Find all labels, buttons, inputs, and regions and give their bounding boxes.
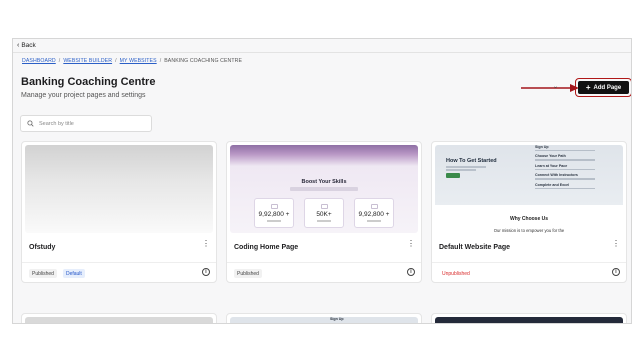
step-item: Choose Your Path [535,154,621,161]
thumbnail-stats: 9,92,800 + 50K+ 9,92,800 + [254,198,394,228]
page-thumbnail: Sign Up [230,317,418,323]
back-label: Back [21,42,36,49]
divider [432,262,626,263]
status-badge: Unpublished [442,270,470,277]
page-name: Coding Home Page [234,244,299,251]
stat-label [267,220,281,222]
thumbnail-text-line [446,169,476,171]
thumbnail-section-title: Why Choose Us [509,216,549,222]
status-badges: Published Default [29,269,85,278]
divider [13,52,631,53]
add-page-button[interactable]: + Add Page [578,81,629,94]
info-icon[interactable]: i [202,268,210,276]
kebab-menu-icon[interactable]: ⋮ [612,240,620,248]
page-card-partial[interactable] [21,313,217,323]
kebab-menu-icon[interactable]: ⋮ [202,240,210,248]
step-title: Choose Your Path [535,154,566,159]
thumbnail-section-text: Our mission is to empower you for the [493,228,565,233]
page-title: Banking Coaching Centre [21,76,156,88]
thumbnail-subtext [290,187,358,191]
step-title: Connect With Instructors [535,173,578,178]
divider [227,262,421,263]
page-thumbnail [25,317,213,323]
page-card-coding-home[interactable]: Boost Your Skills 9,92,800 + 50K+ 9,92,8… [226,141,422,283]
step-item: Complete and Excel [535,183,621,189]
breadcrumb: DASHBOARD / WEBSITE BUILDER / MY WEBSITE… [22,58,242,64]
plus-icon: + [585,82,591,92]
info-icon[interactable]: i [612,268,620,276]
step-line [535,187,595,189]
step-item: Learn at Your Pace [535,163,621,171]
thumbnail-title: How To Get Started [446,158,497,164]
app-frame: ‹ Back DASHBOARD / WEBSITE BUILDER / MY … [12,38,632,324]
thumbnail-text-line [446,166,486,168]
stat-card: 9,92,800 + [354,198,394,228]
step-line [535,178,595,180]
page-name: Default Website Page [439,244,511,251]
stat-value: 50K+ [316,211,332,219]
breadcrumb-my-websites[interactable]: MY WEBSITES [120,58,157,64]
step-title: Sign Up [330,317,344,321]
stat-icon [270,204,278,210]
breadcrumb-website-builder[interactable]: WEBSITE BUILDER [63,58,112,64]
add-page-highlight: + Add Page [575,78,631,97]
more-dropdown[interactable]: ⌄ [553,83,558,90]
breadcrumb-current: BANKING COACHING CENTRE [164,58,243,64]
stat-card: 9,92,800 + [254,198,294,228]
page-subtitle: Manage your project pages and settings [21,92,146,99]
page-card-default-website[interactable]: How To Get Started Sign Up Choose Your P… [431,141,627,283]
thumbnail-title: Boost Your Skills [301,179,347,185]
step-title: Learn at Your Pace [535,163,568,168]
search-icon [27,120,34,127]
breadcrumb-separator: / [115,58,117,64]
status-badge: Published [29,269,57,278]
breadcrumb-dashboard[interactable]: DASHBOARD [22,58,56,64]
status-badges: Published [234,269,262,278]
stat-label [317,220,331,222]
add-page-label: Add Page [593,84,622,91]
step-item: Sign Up [535,145,621,152]
breadcrumb-separator: / [58,58,61,64]
step-line [535,168,595,171]
stat-label [367,220,381,222]
info-icon[interactable]: i [407,268,415,276]
page-thumbnail [25,145,213,233]
chevron-left-icon: ‹ [17,42,20,49]
kebab-menu-icon[interactable]: ⋮ [407,240,415,248]
stat-value: 9,92,800 + [258,211,290,219]
status-badges: Unpublished [439,269,473,278]
stat-card: 50K+ [304,198,344,228]
search-box [20,115,152,132]
stat-icon [320,204,328,210]
page-card-partial[interactable]: Sign Up [226,313,422,323]
back-link[interactable]: ‹ Back [17,42,36,49]
page-card-ofstudy[interactable]: Ofstudy ⋮ Published Default i [21,141,217,283]
chevron-down-icon: ⌄ [553,84,559,90]
stat-value: 9,92,800 + [358,211,390,219]
page-card-partial[interactable] [431,313,627,323]
step-line [535,159,595,161]
page-thumbnail: How To Get Started Sign Up Choose Your P… [435,145,623,233]
status-badge: Published [234,269,262,278]
step-item: Connect With Instructors [535,173,621,180]
search-input[interactable] [39,120,139,127]
default-badge: Default [62,269,85,278]
breadcrumb-separator: / [159,58,162,64]
step-title: Complete and Excel [535,182,570,187]
page-thumbnail: Boost Your Skills 9,92,800 + 50K+ 9,92,8… [230,145,418,233]
thumbnail-steps: Sign Up Choose Your Path Learn at Your P… [535,145,621,192]
step-title: Sign Up [535,145,549,149]
stat-icon [370,204,378,210]
annotation-arrow-icon [521,84,579,92]
step-line [535,150,595,152]
page-thumbnail [435,317,623,323]
page-name: Ofstudy [29,244,56,251]
divider [22,262,216,263]
thumbnail-button [446,173,460,178]
